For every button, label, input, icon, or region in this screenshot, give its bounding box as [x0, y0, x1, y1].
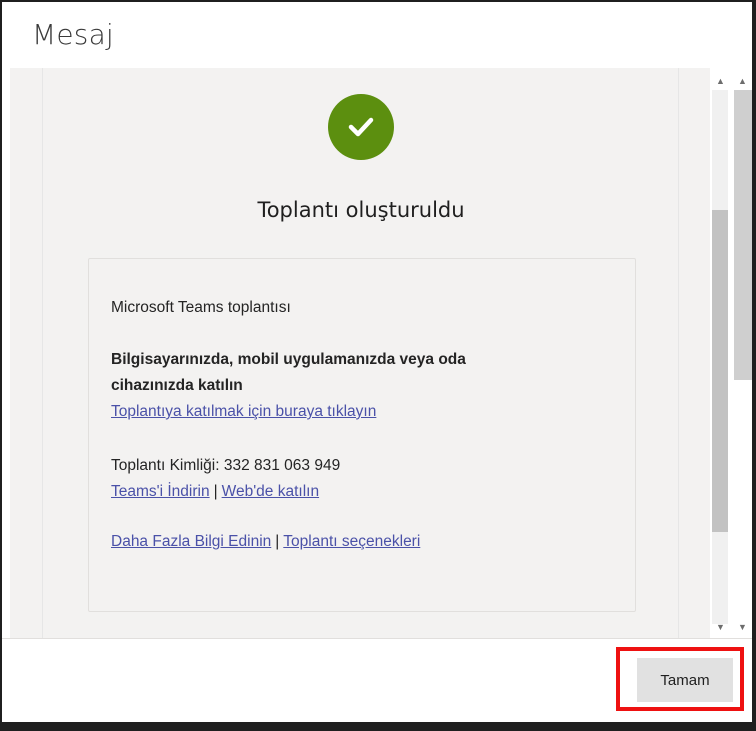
join-prompt-line2: cihazınızda katılın	[111, 377, 243, 394]
check-circle-icon	[328, 94, 394, 160]
download-teams-link[interactable]: Teams'i İndirin	[111, 483, 210, 500]
meeting-id: Toplantı Kimliği: 332 831 063 949	[111, 457, 341, 474]
content-inner: Toplantı oluşturuldu Microsoft Teams top…	[44, 68, 678, 638]
dialog-title: Mesaj	[32, 18, 114, 51]
download-web-row: Teams'i İndirin | Web'de katılın	[111, 483, 319, 501]
scrollbar-outer-thumb[interactable]	[734, 90, 752, 380]
more-info-link[interactable]: Daha Fazla Bilgi Edinin	[111, 533, 271, 550]
join-prompt-line1: Bilgisayarınızda, mobil uygulamanızda ve…	[111, 351, 466, 368]
meeting-info-card: Microsoft Teams toplantısı Bilgisayarını…	[88, 258, 636, 612]
scrollbar-thumb[interactable]	[712, 210, 728, 532]
message-dialog: Mesaj Toplantı oluşturuldu Microsoft Tea…	[2, 2, 752, 722]
scrollbar-track[interactable]	[712, 90, 728, 624]
separator: |	[213, 483, 218, 500]
join-meeting-link[interactable]: Toplantıya katılmak için buraya tıklayın	[111, 403, 376, 421]
scroll-down-arrow-icon-outer[interactable]: ▼	[738, 622, 747, 632]
ok-button[interactable]: Tamam	[637, 658, 733, 702]
scroll-up-arrow-icon[interactable]: ▲	[716, 76, 725, 86]
info-options-row: Daha Fazla Bilgi Edinin | Toplantı seçenek…	[111, 533, 420, 551]
content-edge-left	[42, 68, 43, 638]
content-pane: Toplantı oluşturuldu Microsoft Teams top…	[10, 68, 710, 638]
teams-meeting-header: Microsoft Teams toplantısı	[111, 299, 291, 316]
join-web-link[interactable]: Web'de katılın	[222, 483, 319, 500]
meeting-options-link[interactable]: Toplantı seçenekleri	[283, 533, 420, 550]
meeting-created-heading: Toplantı oluşturuldu	[257, 198, 465, 222]
separator: |	[275, 533, 280, 550]
footer-divider	[2, 638, 752, 639]
content-edge-right	[678, 68, 679, 638]
scroll-down-arrow-icon[interactable]: ▼	[716, 622, 725, 632]
scrollbar-area: ▲ ▲ ▼ ▼	[710, 68, 752, 638]
scroll-up-arrow-icon-outer[interactable]: ▲	[738, 76, 747, 86]
